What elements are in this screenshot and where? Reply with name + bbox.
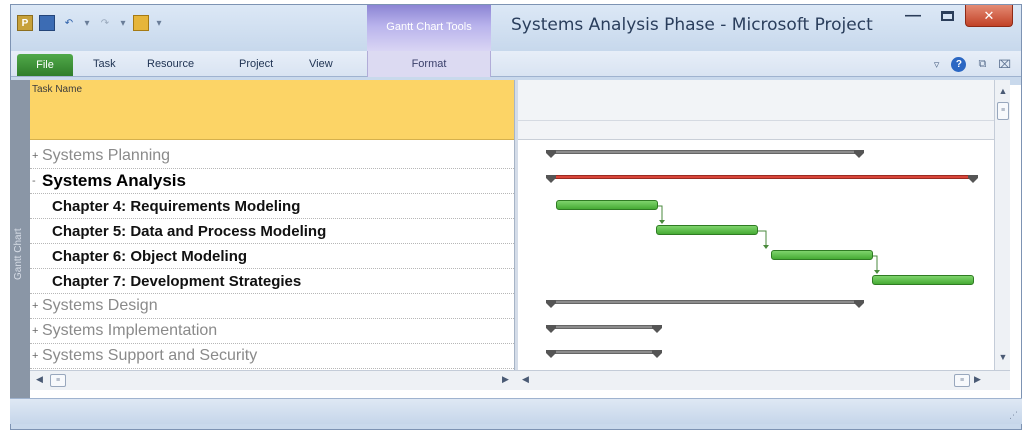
table-scroll-right-icon[interactable]: ▶ bbox=[502, 374, 509, 385]
save-icon[interactable] bbox=[39, 15, 55, 31]
task-name: Chapter 4: Requirements Modeling bbox=[52, 197, 301, 215]
redo-dropdown-icon[interactable]: ▾ bbox=[119, 15, 127, 31]
task-row-systems-support[interactable]: + Systems Support and Security bbox=[30, 344, 514, 369]
open-folder-icon[interactable] bbox=[133, 15, 149, 31]
close-document-icon[interactable]: ⌧ bbox=[998, 58, 1011, 71]
undo-dropdown-icon[interactable]: ▾ bbox=[83, 15, 91, 31]
undo-icon[interactable]: ↶ bbox=[61, 15, 77, 31]
table-scroll-left-icon[interactable]: ◀ bbox=[36, 374, 43, 385]
tab-task[interactable]: Task bbox=[93, 58, 116, 70]
view-bar-label: Gantt Chart bbox=[13, 228, 24, 280]
minimize-ribbon-icon[interactable]: ▿ bbox=[934, 58, 940, 71]
project-app-icon[interactable]: P bbox=[17, 15, 33, 31]
tab-view[interactable]: View bbox=[309, 58, 333, 70]
scroll-thumb[interactable]: ≡ bbox=[997, 102, 1009, 120]
task-row-chapter-7[interactable]: Chapter 7: Development Strategies bbox=[30, 269, 514, 294]
restore-window-icon[interactable]: ⧉ bbox=[978, 58, 986, 71]
horizontal-scrollbars: ◀ ≡ ▶ ◀ ≡ ▶ bbox=[30, 370, 1010, 390]
summary-cap bbox=[546, 175, 556, 183]
task-name: Systems Analysis bbox=[42, 171, 186, 190]
dependency-link bbox=[758, 230, 767, 245]
chart-scroll-left-icon[interactable]: ◀ bbox=[522, 374, 529, 385]
scroll-up-icon[interactable]: ▲ bbox=[995, 86, 1011, 96]
title-bar: P ↶ ▾ ↷ ▾ ▾ Gantt Chart Tools Systems An… bbox=[11, 5, 1021, 51]
summary-cap bbox=[968, 175, 978, 183]
summary-cap bbox=[854, 150, 864, 158]
vertical-scrollbar[interactable]: ▲ ≡ ▼ bbox=[994, 80, 1010, 370]
ribbon-tab-bar: File Task Resource Project View Format ▿… bbox=[11, 51, 1021, 77]
task-name: Systems Design bbox=[42, 297, 158, 314]
ribbon-right-controls: ▿ ? ⧉ ⌧ bbox=[934, 57, 1011, 72]
link-arrow bbox=[874, 270, 880, 274]
contextual-group-label: Gantt Chart Tools bbox=[386, 21, 472, 33]
task-name-column-header[interactable]: Task Name bbox=[30, 80, 514, 140]
scroll-down-icon[interactable]: ▼ bbox=[995, 352, 1011, 362]
summary-cap bbox=[546, 300, 556, 308]
task-row-systems-analysis[interactable]: - Systems Analysis bbox=[30, 169, 514, 194]
gantt-chart-tools-group: Gantt Chart Tools bbox=[367, 5, 491, 51]
expand-icon[interactable]: + bbox=[32, 150, 42, 162]
task-row-systems-design[interactable]: + Systems Design bbox=[30, 294, 514, 319]
gantt-chart-pane bbox=[518, 80, 994, 370]
maximize-icon bbox=[940, 11, 954, 21]
status-bar: ⋰ bbox=[10, 398, 1022, 424]
chart-scroll-right-icon[interactable]: ▶ bbox=[974, 374, 981, 385]
redo-icon[interactable]: ↷ bbox=[97, 15, 113, 31]
task-row-systems-planning[interactable]: + Systems Planning bbox=[30, 144, 514, 169]
task-row-systems-implementation[interactable]: + Systems Implementation bbox=[30, 319, 514, 344]
summary-cap bbox=[546, 350, 556, 358]
table-scroll-thumb[interactable]: ≡ bbox=[50, 374, 66, 387]
maximize-button[interactable] bbox=[933, 5, 961, 27]
task-name: Chapter 7: Development Strategies bbox=[52, 272, 302, 290]
customize-toolbar-icon[interactable]: ▾ bbox=[155, 15, 163, 31]
task-name: Chapter 6: Object Modeling bbox=[52, 247, 248, 265]
expand-icon[interactable]: + bbox=[32, 325, 42, 337]
column-header-label: Task Name bbox=[32, 84, 83, 95]
tab-project[interactable]: Project bbox=[239, 58, 273, 70]
link-arrow bbox=[659, 220, 665, 224]
resize-grip-icon[interactable]: ⋰ bbox=[1009, 410, 1018, 421]
gantt-overlay bbox=[546, 150, 978, 358]
task-name: Systems Support and Security bbox=[42, 347, 258, 364]
tab-file[interactable]: File bbox=[17, 54, 73, 76]
task-row-chapter-6[interactable]: Chapter 6: Object Modeling bbox=[30, 244, 514, 269]
minimize-button[interactable]: — bbox=[899, 5, 927, 27]
task-name: Systems Implementation bbox=[42, 322, 218, 339]
close-button[interactable]: ✕ bbox=[965, 5, 1013, 27]
summary-cap bbox=[546, 150, 556, 158]
expand-icon[interactable]: + bbox=[32, 300, 42, 312]
window-title: Systems Analysis Phase - Microsoft Proje… bbox=[511, 15, 873, 35]
task-name: Systems Planning bbox=[42, 147, 171, 164]
summary-cap bbox=[546, 325, 556, 333]
task-name: Chapter 5: Data and Process Modeling bbox=[52, 222, 327, 240]
task-row-chapter-4[interactable]: Chapter 4: Requirements Modeling bbox=[30, 194, 514, 219]
link-arrow bbox=[763, 245, 769, 249]
summary-cap bbox=[854, 300, 864, 308]
dependency-link bbox=[873, 255, 878, 270]
help-icon[interactable]: ? bbox=[951, 57, 967, 72]
collapse-icon[interactable]: - bbox=[32, 175, 42, 187]
view-bar: Gantt Chart bbox=[10, 80, 30, 402]
tab-resource[interactable]: Resource bbox=[147, 58, 194, 70]
quick-access-toolbar: P ↶ ▾ ↷ ▾ ▾ bbox=[17, 13, 163, 33]
summary-cap bbox=[652, 350, 662, 358]
chart-scroll-thumb[interactable]: ≡ bbox=[954, 374, 970, 387]
summary-cap bbox=[652, 325, 662, 333]
task-table: Task Name + Systems Planning - Systems A… bbox=[30, 80, 514, 370]
task-row-chapter-5[interactable]: Chapter 5: Data and Process Modeling bbox=[30, 219, 514, 244]
tab-format[interactable]: Format bbox=[367, 51, 491, 77]
dependency-link bbox=[658, 205, 663, 220]
expand-icon[interactable]: + bbox=[32, 350, 42, 362]
